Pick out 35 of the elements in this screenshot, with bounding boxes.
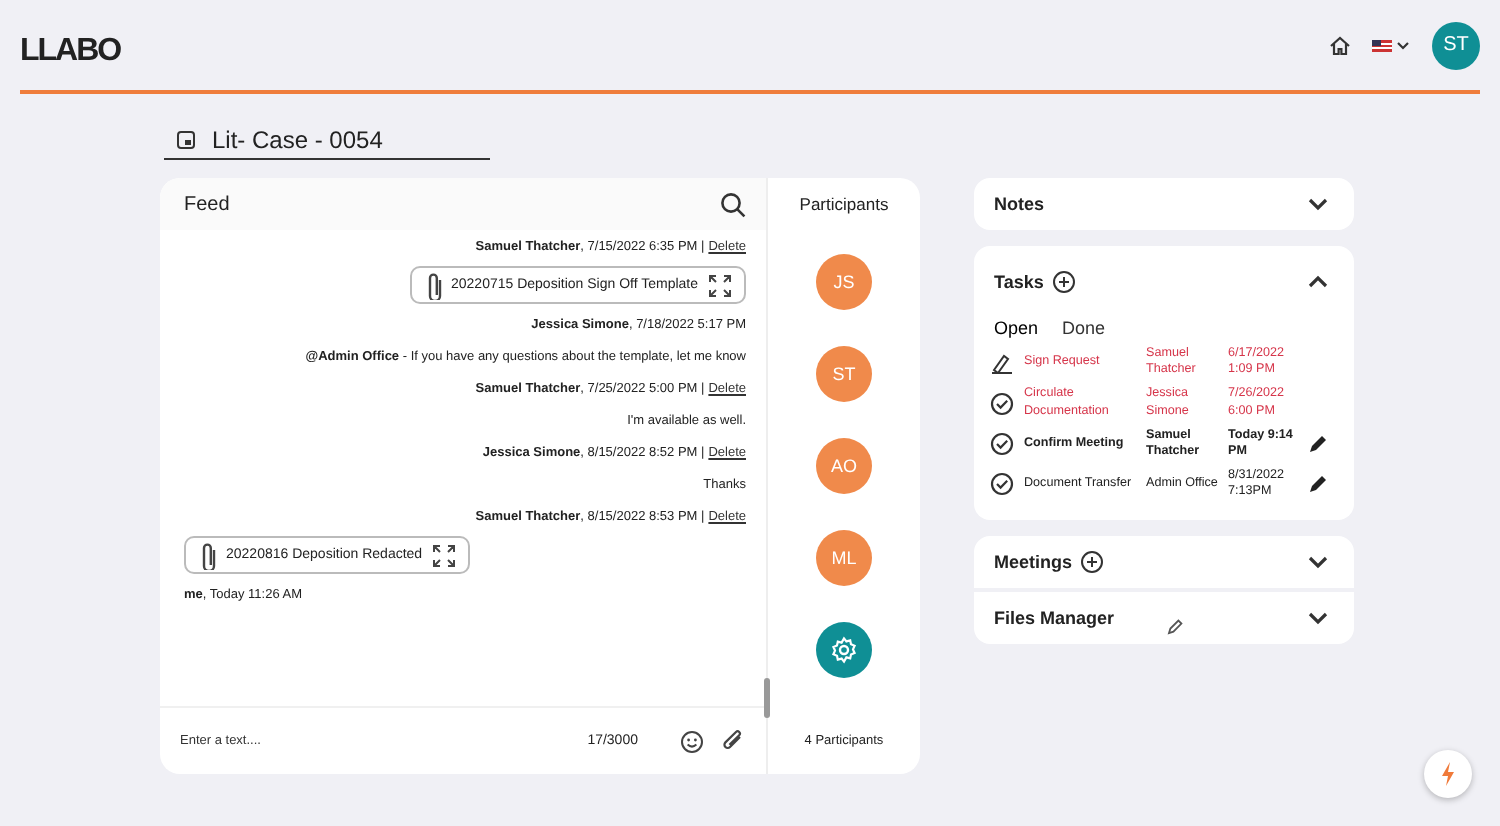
paperclip-icon [198,541,216,569]
panel-title[interactable]: Meetings [994,552,1073,573]
lightning-icon [1440,762,1456,786]
user-avatar[interactable]: ST [1432,21,1480,69]
pencil-icon[interactable] [1306,431,1330,456]
search-icon[interactable] [720,191,746,217]
paperclip-icon [423,271,441,299]
task-tab[interactable]: Done [1062,318,1106,338]
add-icon[interactable] [1080,550,1105,575]
paperclip-icon[interactable] [722,729,746,753]
scrollbar-thumb[interactable] [764,678,770,718]
task-tab[interactable]: Open [994,318,1039,338]
expand-icon[interactable] [432,543,457,567]
pencil-icon[interactable] [1306,472,1330,497]
panel-title[interactable]: Files Manager [994,608,1115,629]
case-title-field: Lit- Case - 0054 [164,126,490,160]
logo: LLABO [20,33,121,69]
flag-icon[interactable] [1372,37,1412,53]
check-circle-icon[interactable] [990,431,1014,456]
panel-title[interactable]: Tasks [994,272,1044,292]
expand-icon[interactable] [708,273,732,297]
case-icon [176,130,196,150]
settings-icon [830,636,858,664]
check-circle-icon[interactable] [990,391,1014,416]
add-icon[interactable] [1051,270,1076,294]
home-icon[interactable] [1328,33,1352,57]
pencil-icon[interactable] [1166,616,1186,637]
check-circle-icon[interactable] [990,472,1014,497]
settings-button[interactable] [816,622,872,678]
feed-title: Feed [184,193,230,215]
emoji-icon[interactable] [680,729,704,753]
quick-action-button[interactable] [1424,750,1472,798]
signature-icon[interactable] [990,350,1014,375]
participants-title: Participants [799,192,889,218]
panel-title[interactable]: Notes [994,194,1045,214]
